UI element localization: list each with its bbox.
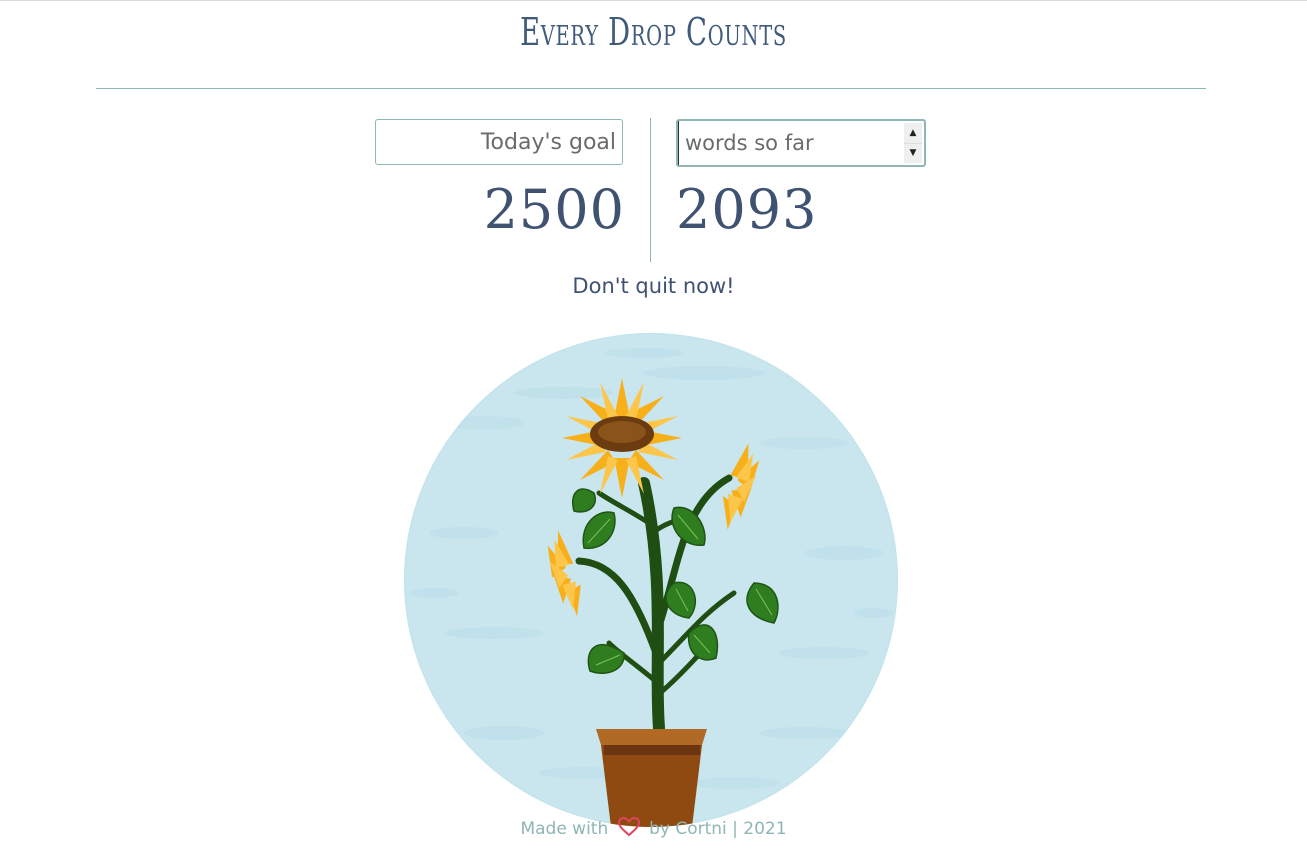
column-divider: [650, 118, 651, 262]
title-divider: [96, 88, 1206, 89]
heart-icon: [617, 816, 640, 842]
top-rule: [0, 0, 1307, 1]
spinner-up-icon[interactable]: ▲: [904, 123, 922, 144]
footer-by: by Cortni | 2021: [649, 819, 787, 839]
number-spinner: ▲ ▼: [904, 123, 922, 163]
words-value: 2093: [676, 178, 818, 241]
spinner-down-icon[interactable]: ▼: [904, 143, 922, 163]
encouragement-message: Don't quit now!: [572, 274, 735, 298]
goal-value: 2500: [483, 178, 625, 241]
plant-illustration: [404, 333, 898, 827]
footer-made-with: Made with: [520, 819, 609, 839]
words-input[interactable]: [678, 121, 905, 165]
footer: Made with by Cortni | 2021: [0, 816, 1307, 842]
goal-input[interactable]: [375, 119, 623, 165]
sunflower-plant-icon: [409, 348, 894, 827]
words-input-wrapper: ▲ ▼: [676, 119, 926, 167]
page-title: Every Drop Counts: [520, 10, 787, 54]
